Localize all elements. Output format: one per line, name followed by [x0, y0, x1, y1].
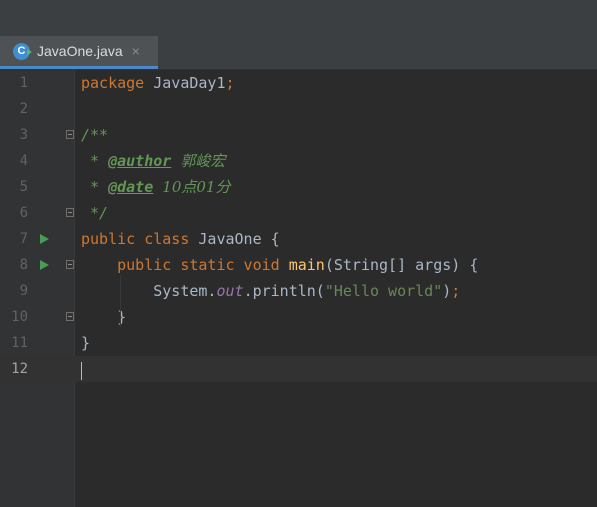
doc-space [153, 178, 162, 196]
code-line-7[interactable]: 7 public class JavaOne { [0, 226, 597, 252]
line-number: 3 [19, 127, 28, 143]
code-line-6[interactable]: 6 */ [0, 200, 597, 226]
line-number: 9 [19, 283, 28, 299]
line-number: 8 [19, 257, 28, 273]
run-gutter-icon[interactable] [40, 234, 49, 244]
run-gutter-icon[interactable] [40, 260, 49, 270]
code-line-3[interactable]: 3 /** [0, 122, 597, 148]
line-number: 4 [19, 153, 28, 169]
keyword-package: package [81, 74, 145, 92]
package-name: JavaDay1 [144, 74, 226, 92]
code-text: package JavaDay1; [81, 70, 235, 96]
semicolon: ; [451, 282, 461, 300]
code-text: } [81, 334, 91, 352]
editor-tab-javaone[interactable]: C JavaOne.java × [0, 36, 158, 69]
doc-space [171, 152, 180, 170]
doc-comment-open: /** [81, 126, 109, 144]
doc-tag-date: @date [108, 178, 154, 196]
tab-filename: JavaOne.java [37, 43, 123, 59]
doc-date-value: 10点01分 [162, 178, 231, 196]
call-close: ) [442, 282, 452, 300]
doc-prefix: * [81, 152, 109, 170]
code-line-2[interactable]: 2 [0, 96, 597, 122]
window-toolbar-area [0, 0, 597, 36]
fold-marker-icon[interactable] [66, 312, 74, 321]
code-line-9[interactable]: 9 System.out.println("Hello world"); [0, 278, 597, 304]
doc-tag-author: @author [108, 152, 172, 170]
editor-tab-strip: C JavaOne.java × [0, 36, 597, 70]
keyword-static: static [171, 256, 235, 274]
semicolon: ; [225, 74, 235, 92]
method-name: main [279, 256, 325, 274]
doc-comment-close: */ [81, 204, 109, 222]
code-text: * @author 郭峻宏 [81, 148, 225, 174]
code-line-8[interactable]: 8 public static void main(String[] args)… [0, 252, 597, 278]
code-text: /** [81, 122, 108, 148]
indent-guide [120, 275, 121, 327]
code-line-4[interactable]: 4 * @author 郭峻宏 [0, 148, 597, 174]
line-number: 2 [19, 101, 28, 117]
line-number: 11 [11, 335, 28, 351]
fold-marker-icon[interactable] [66, 208, 74, 217]
line-number: 10 [11, 309, 28, 325]
println-call: .println( [243, 282, 325, 300]
keyword-public: public [81, 230, 136, 248]
line-number: 7 [19, 231, 28, 247]
line-number: 6 [19, 205, 28, 221]
code-line-5[interactable]: 5 * @date 10点01分 [0, 174, 597, 200]
fold-marker-icon[interactable] [66, 130, 74, 139]
text-caret [81, 362, 82, 380]
code-line-12-current[interactable]: 12 [0, 356, 597, 382]
java-class-icon: C [13, 42, 32, 60]
system-class: System. [153, 282, 217, 300]
method-params: (String[] args) { [324, 256, 479, 274]
class-declaration: JavaOne { [189, 230, 280, 248]
keyword-public: public [117, 256, 172, 274]
code-text: System.out.println("Hello world"); [81, 278, 460, 304]
string-literal: "Hello world" [324, 282, 443, 300]
doc-prefix: * [81, 178, 109, 196]
code-text: public static void main(String[] args) { [81, 252, 478, 278]
fold-marker-icon[interactable] [66, 260, 74, 269]
close-icon[interactable]: × [132, 43, 140, 59]
line-number: 1 [19, 75, 28, 91]
doc-author-value: 郭峻宏 [180, 152, 226, 170]
static-field-out: out [216, 282, 244, 300]
keyword-class: class [135, 230, 190, 248]
keyword-void: void [234, 256, 280, 274]
code-line-11[interactable]: 11 } [0, 330, 597, 356]
code-text: public class JavaOne { [81, 226, 280, 252]
line-number: 5 [19, 179, 28, 195]
code-text: * @date 10点01分 [81, 174, 230, 200]
line-number: 12 [11, 361, 28, 377]
code-text: */ [81, 200, 108, 226]
code-line-10[interactable]: 10 } [0, 304, 597, 330]
code-line-1[interactable]: 1 package JavaDay1; [0, 70, 597, 96]
